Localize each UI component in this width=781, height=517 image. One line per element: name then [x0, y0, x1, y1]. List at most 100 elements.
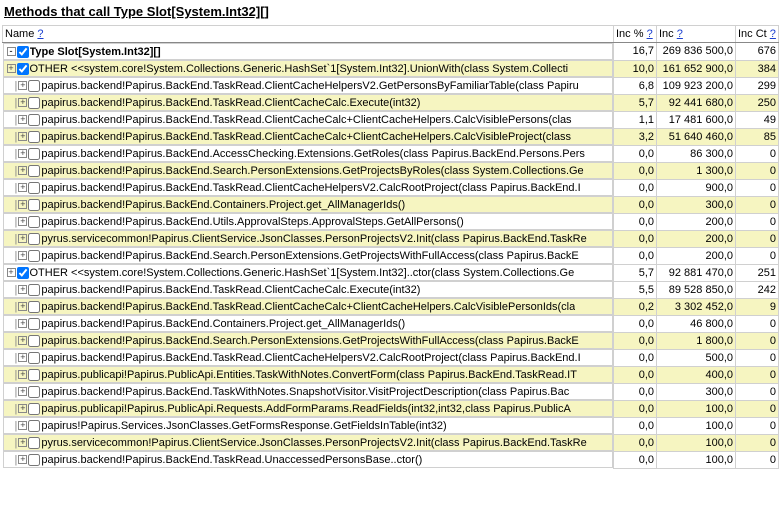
col-ct[interactable]: Inc Ct ? [736, 26, 779, 43]
method-name-cell[interactable]: |+papirus!Papirus.Services.JsonClasses.G… [3, 417, 614, 434]
row-checkbox[interactable] [28, 114, 40, 126]
method-name-cell[interactable]: |+papirus.backend!Papirus.BackEnd.Utils.… [3, 213, 614, 230]
table-row[interactable]: |+papirus.backend!Papirus.BackEnd.Access… [3, 145, 779, 162]
expand-icon[interactable]: + [18, 285, 27, 294]
table-row[interactable]: |+papirus.backend!Papirus.BackEnd.Utils.… [3, 213, 779, 230]
expand-icon[interactable]: + [18, 404, 27, 413]
table-row[interactable]: -Type Slot[System.Int32][]16,7269 836 50… [3, 43, 779, 61]
row-checkbox[interactable] [28, 454, 40, 466]
expand-icon[interactable]: + [18, 438, 27, 447]
col-incp[interactable]: Inc % ? [614, 26, 657, 43]
collapse-icon[interactable]: - [7, 47, 16, 56]
expand-icon[interactable]: + [18, 183, 27, 192]
method-name-cell[interactable]: +OTHER <<system.core!System.Collections.… [3, 264, 614, 281]
row-checkbox[interactable] [28, 369, 40, 381]
row-checkbox[interactable] [28, 386, 40, 398]
table-row[interactable]: |+papirus.publicapi!Papirus.PublicApi.Re… [3, 400, 779, 417]
table-row[interactable]: |+pyrus.servicecommon!Papirus.ClientServ… [3, 434, 779, 451]
table-row[interactable]: |+papirus.backend!Papirus.BackEnd.TaskRe… [3, 451, 779, 468]
table-row[interactable]: |+papirus.backend!Papirus.BackEnd.Contai… [3, 196, 779, 213]
method-name-cell[interactable]: |+papirus.backend!Papirus.BackEnd.TaskRe… [3, 128, 614, 145]
expand-icon[interactable]: + [18, 200, 27, 209]
help-icon[interactable]: ? [37, 28, 43, 40]
expand-icon[interactable]: + [18, 353, 27, 362]
method-name-cell[interactable]: |+papirus.backend!Papirus.BackEnd.TaskRe… [3, 281, 614, 298]
method-name-cell[interactable]: |+pyrus.servicecommon!Papirus.ClientServ… [3, 230, 614, 247]
row-checkbox[interactable] [28, 420, 40, 432]
row-checkbox[interactable] [28, 97, 40, 109]
method-name-cell[interactable]: |+papirus.backend!Papirus.BackEnd.Access… [3, 145, 614, 162]
method-name-cell[interactable]: |+papirus.backend!Papirus.BackEnd.TaskRe… [3, 94, 614, 111]
expand-icon[interactable]: + [18, 302, 27, 311]
row-checkbox[interactable] [28, 80, 40, 92]
row-checkbox[interactable] [28, 199, 40, 211]
help-icon[interactable]: ? [677, 28, 683, 40]
help-icon[interactable]: ? [647, 28, 653, 40]
row-checkbox[interactable] [28, 352, 40, 364]
row-checkbox[interactable] [17, 63, 29, 75]
expand-icon[interactable]: + [18, 81, 27, 90]
expand-icon[interactable]: + [18, 132, 27, 141]
row-checkbox[interactable] [17, 267, 29, 279]
help-icon[interactable]: ? [770, 28, 776, 40]
expand-icon[interactable]: + [18, 234, 27, 243]
method-name-cell[interactable]: |+papirus.backend!Papirus.BackEnd.Search… [3, 162, 614, 179]
method-name-cell[interactable]: |+papirus.backend!Papirus.BackEnd.TaskRe… [3, 179, 614, 196]
table-row[interactable]: |+papirus.backend!Papirus.BackEnd.TaskRe… [3, 111, 779, 128]
method-name-cell[interactable]: |+papirus.backend!Papirus.BackEnd.TaskRe… [3, 77, 614, 94]
row-checkbox[interactable] [28, 250, 40, 262]
method-name-cell[interactable]: |+papirus.backend!Papirus.BackEnd.Search… [3, 247, 614, 264]
expand-icon[interactable]: + [7, 268, 16, 277]
expand-icon[interactable]: + [18, 387, 27, 396]
table-row[interactable]: |+papirus.backend!Papirus.BackEnd.TaskRe… [3, 94, 779, 111]
row-checkbox[interactable] [28, 437, 40, 449]
method-name-cell[interactable]: +OTHER <<system.core!System.Collections.… [3, 60, 614, 77]
table-row[interactable]: |+pyrus.servicecommon!Papirus.ClientServ… [3, 230, 779, 247]
row-checkbox[interactable] [28, 131, 40, 143]
method-name-cell[interactable]: |+papirus.backend!Papirus.BackEnd.Contai… [3, 315, 614, 332]
table-row[interactable]: +OTHER <<system.core!System.Collections.… [3, 264, 779, 281]
table-row[interactable]: |+papirus.backend!Papirus.BackEnd.TaskRe… [3, 281, 779, 298]
row-checkbox[interactable] [28, 301, 40, 313]
row-checkbox[interactable] [28, 284, 40, 296]
expand-icon[interactable]: + [18, 98, 27, 107]
table-row[interactable]: |+papirus.backend!Papirus.BackEnd.TaskRe… [3, 179, 779, 196]
table-row[interactable]: +OTHER <<system.core!System.Collections.… [3, 60, 779, 77]
table-row[interactable]: |+papirus.backend!Papirus.BackEnd.Search… [3, 247, 779, 264]
col-name[interactable]: Name ? [3, 26, 614, 43]
row-checkbox[interactable] [28, 216, 40, 228]
method-name-cell[interactable]: |+papirus.backend!Papirus.BackEnd.TaskRe… [3, 111, 614, 128]
expand-icon[interactable]: + [18, 217, 27, 226]
row-checkbox[interactable] [28, 233, 40, 245]
table-row[interactable]: |+papirus.backend!Papirus.BackEnd.TaskWi… [3, 383, 779, 400]
expand-icon[interactable]: + [18, 370, 27, 379]
method-name-cell[interactable]: |+pyrus.servicecommon!Papirus.ClientServ… [3, 434, 614, 451]
table-row[interactable]: |+papirus.publicapi!Papirus.PublicApi.En… [3, 366, 779, 383]
col-inc[interactable]: Inc ? [657, 26, 736, 43]
method-name-cell[interactable]: |+papirus.backend!Papirus.BackEnd.Search… [3, 332, 614, 349]
method-name-cell[interactable]: |+papirus.backend!Papirus.BackEnd.Contai… [3, 196, 614, 213]
expand-icon[interactable]: + [18, 149, 27, 158]
expand-icon[interactable]: + [18, 166, 27, 175]
method-name-cell[interactable]: -Type Slot[System.Int32][] [3, 43, 614, 60]
table-row[interactable]: |+papirus.backend!Papirus.BackEnd.TaskRe… [3, 298, 779, 315]
row-checkbox[interactable] [28, 148, 40, 160]
row-checkbox[interactable] [28, 335, 40, 347]
table-row[interactable]: |+papirus!Papirus.Services.JsonClasses.G… [3, 417, 779, 434]
method-name-cell[interactable]: |+papirus.backend!Papirus.BackEnd.TaskRe… [3, 298, 614, 315]
expand-icon[interactable]: + [18, 421, 27, 430]
method-name-cell[interactable]: |+papirus.backend!Papirus.BackEnd.TaskRe… [3, 349, 614, 366]
expand-icon[interactable]: + [18, 115, 27, 124]
expand-icon[interactable]: + [18, 455, 27, 464]
row-checkbox[interactable] [28, 403, 40, 415]
row-checkbox[interactable] [17, 46, 29, 58]
table-row[interactable]: |+papirus.backend!Papirus.BackEnd.Search… [3, 332, 779, 349]
table-row[interactable]: |+papirus.backend!Papirus.BackEnd.Search… [3, 162, 779, 179]
row-checkbox[interactable] [28, 318, 40, 330]
method-name-cell[interactable]: |+papirus.publicapi!Papirus.PublicApi.En… [3, 366, 614, 383]
row-checkbox[interactable] [28, 182, 40, 194]
expand-icon[interactable]: + [7, 64, 16, 73]
table-row[interactable]: |+papirus.backend!Papirus.BackEnd.TaskRe… [3, 77, 779, 94]
table-row[interactable]: |+papirus.backend!Papirus.BackEnd.TaskRe… [3, 349, 779, 366]
method-name-cell[interactable]: |+papirus.backend!Papirus.BackEnd.TaskWi… [3, 383, 614, 400]
